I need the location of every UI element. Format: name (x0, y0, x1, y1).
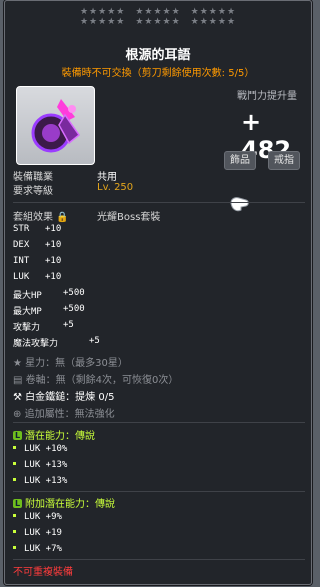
additional-potential-header: L 附加潛在能力：傳說 (13, 495, 115, 510)
hammer-label: 白金鐵鎚 (25, 392, 66, 403)
legendary-badge-icon: L (13, 431, 22, 440)
stat-line: 魔法攻擊力 +5 (13, 336, 100, 349)
stat-name: 最大MP (13, 307, 42, 317)
trade-notice: 裝備時不可交換（剪刀剩餘使用次數: 5/5） (61, 68, 255, 79)
scroll-label: 卷軸 (25, 375, 46, 386)
stat-value: +500 (63, 304, 85, 314)
additional-potential-label: 附加潛在能力 (25, 499, 85, 510)
stat-value: +10 (45, 224, 62, 234)
potential-header: L 潛在能力：傳說 (13, 427, 95, 442)
stat-line: 最大HP +500 (13, 288, 85, 301)
stat-value: +5 (63, 320, 74, 330)
stat-line: 最大MP +500 (13, 304, 85, 317)
bonus-stat-icon: ⊕ (13, 409, 22, 420)
stat-value: +10 (45, 272, 62, 282)
divider (13, 559, 305, 560)
stat-value: +5 (89, 336, 100, 346)
level-label: 要求等級 (13, 186, 53, 197)
additional-potential-line: LUK +7% (13, 544, 62, 554)
job-value: 共用 (97, 172, 117, 183)
hammer-row: ⚒ 白金鐵鎚：提煉 0/5 (13, 388, 114, 403)
category-accessory-button[interactable]: 飾品 (224, 151, 256, 170)
stat-name: STR (13, 224, 30, 234)
star-force-row: ★ 星力：無（最多30星） (13, 354, 128, 369)
divider (13, 491, 305, 492)
additional-potential-line-text: LUK +9% (24, 512, 62, 522)
potential-grade: ：傳說 (65, 431, 95, 442)
additional-potential-grade: ：傳說 (85, 499, 115, 510)
star-force-label: 星力 (25, 358, 46, 369)
hammer-value: ：提煉 0/5 (65, 392, 115, 403)
additional-potential-line-text: LUK +7% (24, 544, 62, 554)
star-group: ★★★★★ (190, 17, 237, 27)
divider (13, 202, 305, 203)
set-effect-value: 光耀Boss套裝 (97, 212, 161, 223)
additional-potential-line-text: LUK +19 (24, 528, 62, 538)
level-row: 要求等級 Lv. 250 (13, 182, 133, 197)
item-icon-frame (16, 86, 95, 165)
bullet-icon (13, 478, 16, 481)
scroll-row: ▤ 卷軸：無（剩餘4次，可恢復0次） (13, 371, 178, 386)
combat-power-label: 戰鬥力提升量 (237, 91, 297, 102)
lock-icon: 🔒 (56, 212, 69, 223)
additional-potential-line: LUK +19 (13, 528, 62, 538)
job-row: 裝備職業 共用 (13, 168, 117, 183)
stat-line: DEX +10 (13, 240, 61, 250)
potential-line: LUK +13% (13, 476, 67, 486)
bullet-icon (13, 462, 16, 465)
stat-value: +10 (45, 256, 62, 266)
bullet-icon (13, 446, 16, 449)
bullet-icon (13, 514, 16, 517)
legendary-badge-icon: L (13, 499, 22, 508)
star-group: ★★★★★ (135, 17, 181, 27)
star-group: ★★★★★ (190, 7, 237, 17)
scroll-value: ：無（剩餘4次，可恢復0次） (45, 375, 179, 386)
potential-line-text: LUK +13% (24, 460, 68, 470)
stat-name: LUK (13, 272, 30, 282)
cursor-glove-icon (230, 197, 249, 212)
potential-label: 潛在能力 (25, 431, 65, 442)
hammer-icon: ⚒ (13, 392, 22, 403)
potential-line-text: LUK +13% (24, 476, 68, 486)
stat-line: INT +10 (13, 256, 61, 266)
potential-line: LUK +10% (13, 444, 67, 454)
level-value: Lv. 250 (97, 182, 134, 193)
bonus-stat-label: 追加屬性 (24, 409, 65, 420)
stat-name: 魔法攻擊力 (13, 339, 59, 349)
set-effect-row: 套組效果 🔒 光耀Boss套裝 (13, 208, 160, 223)
item-title: 根源的耳語 (125, 48, 191, 63)
category-ring-button[interactable]: 戒指 (268, 151, 300, 170)
bullet-icon (13, 530, 16, 533)
divider (13, 422, 305, 423)
bullet-icon (13, 546, 16, 549)
star-group: ★★★★★ (135, 7, 181, 17)
stat-name: 最大HP (13, 291, 42, 301)
stat-line: LUK +10 (13, 272, 61, 282)
stat-value: +10 (45, 240, 62, 250)
item-tooltip: ★★★★★ ★★★★★ ★★★★★ ★★★★★ ★★★★★ ★★★★★ 根源的耳語 裝備… (4, 0, 312, 585)
stat-name: INT (13, 256, 30, 266)
stat-name: 攻擊力 (13, 323, 41, 333)
potential-line-text: LUK +10% (24, 444, 68, 454)
earring-icon (31, 99, 81, 153)
star-force-bar: ★★★★★ ★★★★★ ★★★★★ ★★★★★ ★★★★★ ★★★★★ (5, 7, 311, 27)
additional-potential-line: LUK +9% (13, 512, 62, 522)
scroll-icon: ▤ (13, 375, 23, 386)
bonus-stat-value: ：無法強化 (64, 409, 115, 420)
star-group: ★★★★★ (79, 7, 126, 17)
footer-note: 不可重複裝備 (13, 567, 73, 578)
star-group: ★★★★★ (79, 17, 126, 27)
stat-name: DEX (13, 240, 30, 250)
stat-value: +500 (63, 288, 85, 298)
bonus-stat-row: ⊕ 追加屬性：無法強化 (13, 405, 115, 420)
stat-line: STR +10 (13, 224, 61, 234)
stat-line: 攻擊力 +5 (13, 320, 74, 333)
potential-line: LUK +13% (13, 460, 67, 470)
set-effect-label: 套組效果 (13, 212, 53, 223)
star-force-value: ：無（最多30星） (45, 358, 128, 369)
star-icon: ★ (13, 358, 22, 369)
